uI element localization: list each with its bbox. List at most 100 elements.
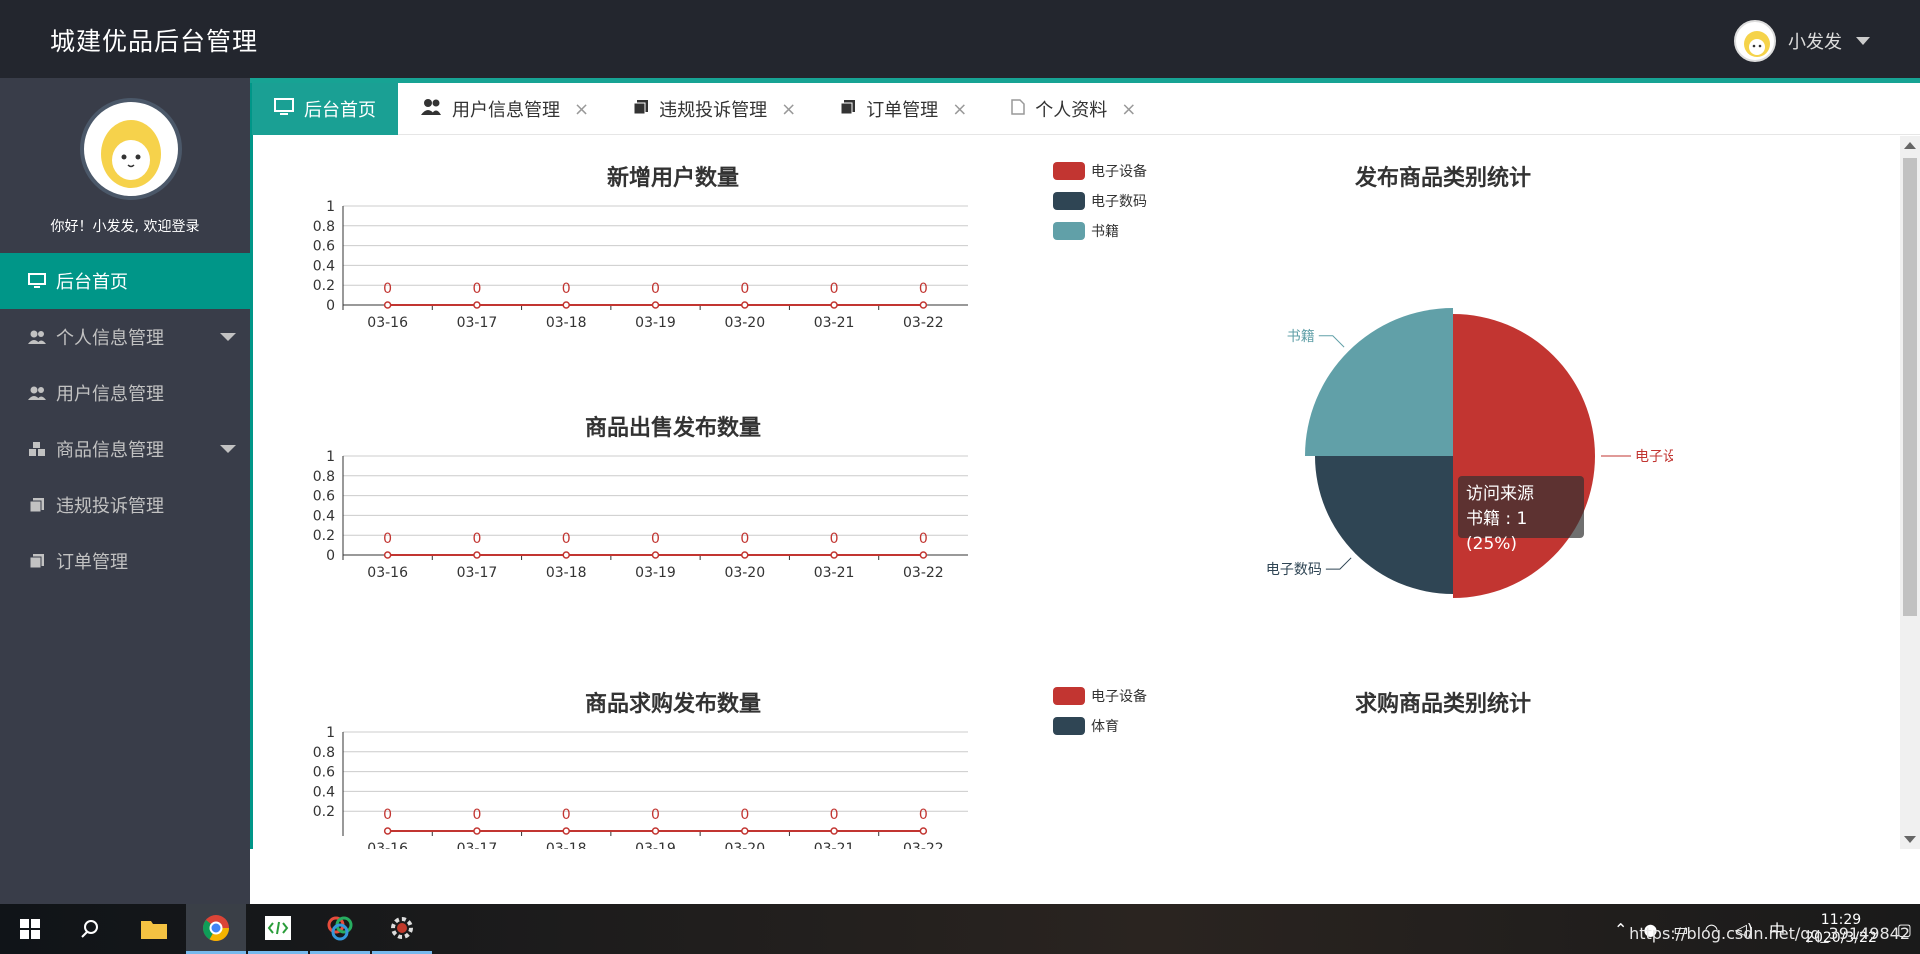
legend-swatch — [1053, 717, 1085, 735]
data-label: 0 — [740, 281, 749, 297]
legend-item[interactable]: 电子数码 — [1053, 186, 1147, 216]
pie-legend-wanted: 电子设备 体育 — [1053, 681, 1147, 741]
data-point — [562, 827, 570, 835]
legend-item[interactable]: 电子设备 — [1053, 681, 1147, 711]
data-label: 0 — [562, 807, 571, 823]
data-label: 0 — [740, 531, 749, 547]
y-tick-label: 1 — [326, 449, 335, 465]
x-tick-label: 03-22 — [903, 565, 944, 581]
y-tick-label: 1 — [326, 199, 335, 215]
username[interactable]: 小发发 — [1788, 28, 1842, 54]
pie-slice — [1315, 456, 1453, 594]
scrollbar-thumb[interactable] — [1903, 158, 1917, 616]
sidebar-item-label: 用户信息管理 — [56, 384, 164, 405]
dashboard-content: 新增用户数量 0 0.2 0.4 0.6 0.8 1 03-16 03-17 03-18 03-1… — [253, 136, 1900, 849]
x-tick-label: 03-18 — [546, 565, 587, 581]
legend-item[interactable]: 电子设备 — [1053, 156, 1147, 186]
chart-title-wanted-categories: 求购商品类别统计 — [1354, 692, 1531, 717]
chrome-icon[interactable] — [186, 904, 246, 954]
tab-label: 订单管理 — [866, 100, 939, 121]
y-tick-label: 0.6 — [313, 489, 335, 505]
legend-swatch — [1053, 192, 1085, 210]
data-label: 0 — [830, 281, 839, 297]
sidebar-item-label: 后台首页 — [56, 272, 128, 293]
sidebar-item-home[interactable]: 后台首页 — [0, 253, 250, 309]
x-tick-label: 03-17 — [457, 841, 498, 849]
user-menu[interactable]: 小发发 — [1734, 20, 1870, 62]
sidebar-item-label: 违规投诉管理 — [56, 496, 164, 517]
monitor-icon — [274, 97, 294, 121]
code-editor-icon[interactable] — [248, 904, 308, 954]
y-tick-label: 0.4 — [313, 258, 335, 274]
y-tick-label: 0 — [326, 548, 335, 564]
watermark-url: https://blog.csdn.net/qq_39149842 — [1629, 924, 1910, 943]
scroll-up-icon[interactable] — [1904, 142, 1916, 149]
data-label: 0 — [919, 807, 928, 823]
tab-home[interactable]: 后台首页 — [252, 83, 398, 135]
close-icon[interactable]: × — [574, 99, 589, 120]
sidebar: 你好！小发发, 欢迎登录 后台首页 个人信息管理 用户信息管理 商品信息管理 违… — [0, 78, 250, 904]
scrollbar[interactable] — [1900, 136, 1920, 849]
search-icon[interactable] — [60, 904, 120, 954]
data-point — [473, 827, 481, 835]
sidebar-item-label: 订单管理 — [56, 552, 128, 573]
sidebar-item-label: 个人信息管理 — [56, 328, 164, 349]
data-point — [741, 301, 749, 309]
pie-tooltip: 访问来源 书籍 : 1 (25%) — [1458, 476, 1584, 554]
y-tick-label: 0.8 — [313, 469, 335, 485]
y-tick-label: 1 — [326, 725, 335, 741]
sidebar-item-personal-info[interactable]: 个人信息管理 — [0, 309, 250, 365]
avatar[interactable] — [1734, 20, 1776, 62]
app-icon[interactable] — [310, 904, 370, 954]
label-leader-line — [1318, 335, 1345, 348]
sidebar-item-orders[interactable]: 订单管理 — [0, 533, 250, 589]
data-point — [830, 551, 838, 559]
pie-chart-posted-categories: 电子设备电子数码 书籍 — [1266, 308, 1673, 598]
data-label: 0 — [651, 531, 660, 547]
close-icon[interactable]: × — [952, 99, 967, 120]
tab-label: 违规投诉管理 — [659, 100, 768, 121]
data-point — [651, 827, 660, 835]
data-label: 0 — [472, 281, 481, 297]
users-icon — [26, 384, 48, 402]
tab-orders[interactable]: 订单管理 × — [818, 83, 989, 135]
boxes-icon — [26, 440, 48, 458]
page-bottom-strip — [0, 849, 1920, 904]
chevron-down-icon[interactable] — [1856, 37, 1870, 45]
settings-gear-icon[interactable] — [372, 904, 432, 954]
legend-swatch — [1053, 162, 1085, 180]
data-label: 0 — [383, 531, 392, 547]
y-tick-label: 0.2 — [313, 278, 335, 294]
scroll-down-icon[interactable] — [1904, 836, 1916, 843]
data-point — [562, 301, 570, 309]
line-chart-wanted-posts: 0.2 0.4 0.6 0.8 1 03-16 03-17 03-18 03-19 03-20 03… — [313, 725, 968, 849]
tab-profile[interactable]: 个人资料 × — [989, 83, 1158, 135]
chevron-up-icon[interactable]: ⌃ — [1614, 920, 1627, 939]
legend-item[interactable]: 书籍 — [1053, 216, 1147, 246]
tab-user-info[interactable]: 用户信息管理 × — [398, 83, 611, 135]
x-tick-label: 03-19 — [635, 315, 676, 331]
data-point — [830, 827, 838, 835]
tooltip-value: 书籍 : 1 (25%) — [1466, 509, 1528, 554]
windows-start-icon[interactable] — [0, 904, 60, 954]
file-icon — [1011, 98, 1026, 120]
legend-swatch — [1053, 222, 1085, 240]
sidebar-item-complaints[interactable]: 违规投诉管理 — [0, 477, 250, 533]
legend-label: 体育 — [1091, 719, 1119, 735]
tab-complaints[interactable]: 违规投诉管理 × — [611, 83, 818, 135]
sidebar-item-user-info[interactable]: 用户信息管理 — [0, 365, 250, 421]
tab-label: 个人资料 — [1035, 100, 1108, 121]
sidebar-item-goods-info[interactable]: 商品信息管理 — [0, 421, 250, 477]
data-label: 0 — [383, 807, 392, 823]
sidebar-bottom — [0, 849, 250, 904]
legend-swatch — [1053, 687, 1085, 705]
data-point — [473, 301, 481, 309]
profile-panel: 你好！小发发, 欢迎登录 — [0, 78, 250, 253]
data-point — [741, 551, 749, 559]
close-icon[interactable]: × — [781, 99, 796, 120]
file-explorer-icon[interactable] — [124, 904, 184, 954]
pie-legend-posted: 电子设备 电子数码 书籍 — [1053, 156, 1147, 246]
label-leader-line — [1325, 557, 1352, 570]
legend-item[interactable]: 体育 — [1053, 711, 1147, 741]
close-icon[interactable]: × — [1121, 99, 1136, 120]
